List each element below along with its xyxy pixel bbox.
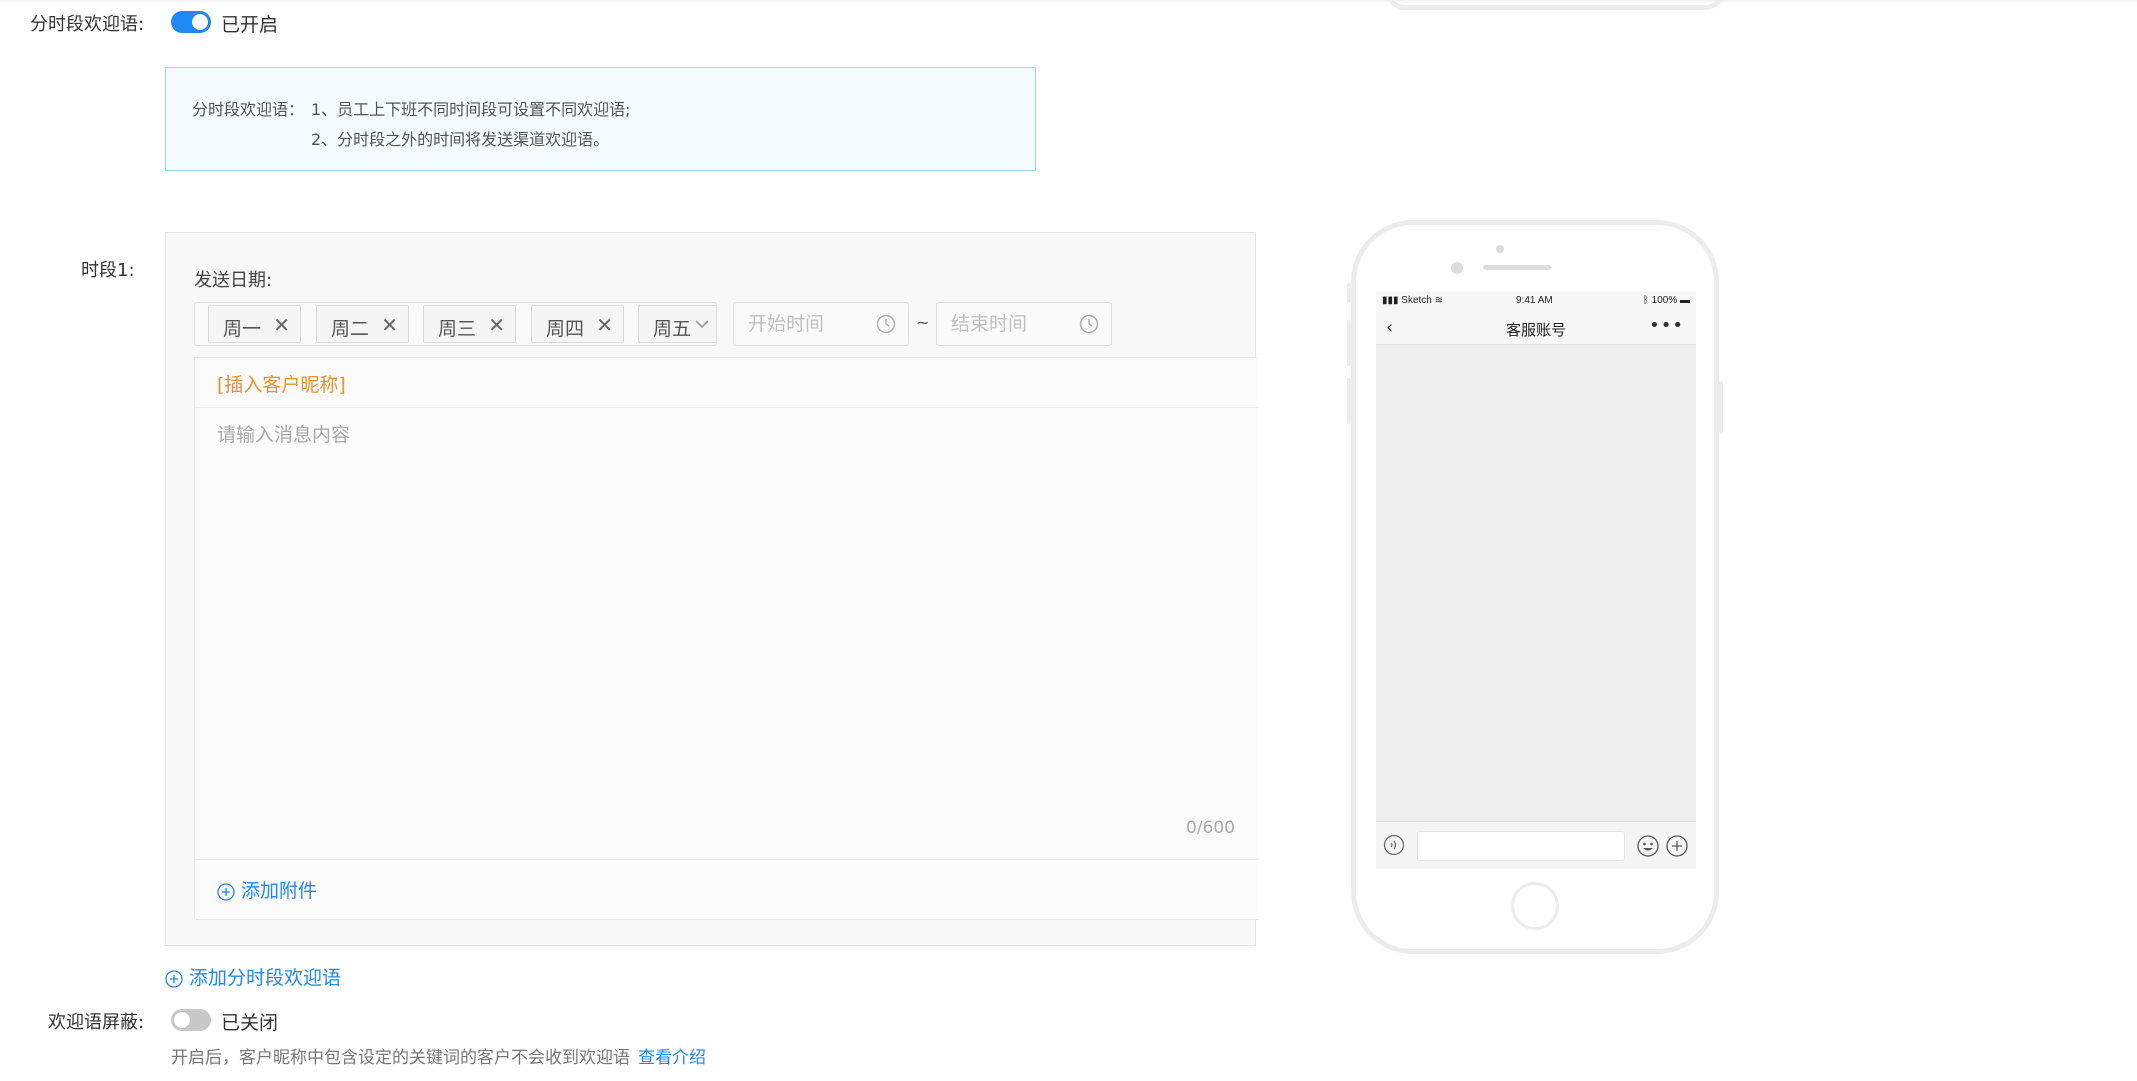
end-time-input[interactable] <box>951 311 1071 337</box>
info-line-2: 2、分时段之外的时间将发送渠道欢迎语。 <box>311 130 610 149</box>
greeting-mask-switch[interactable] <box>171 1009 211 1031</box>
clock-icon <box>876 314 896 334</box>
send-day-select[interactable]: 周一 ✕ 周二 ✕ 周三 ✕ 周四 ✕ 周五 <box>194 302 717 346</box>
time-greeting-info-box: 分时段欢迎语： 1、员工上下班不同时间段可设置不同欢迎语; 2、分时段之外的时间… <box>165 67 1036 171</box>
close-icon[interactable]: ✕ <box>596 313 613 337</box>
day-tag-label: 周二 <box>331 318 370 340</box>
phone-screen: ▮▮▮ Sketch ≋ 9:41 AM ᛒ 100% ▬ ‹ 客服账号 ••• <box>1376 291 1696 869</box>
info-line-1: 1、员工上下班不同时间段可设置不同欢迎语; <box>311 100 631 119</box>
end-time-picker[interactable] <box>936 302 1112 346</box>
view-intro-link[interactable]: 查看介绍 <box>638 1048 706 1068</box>
plus-circle-icon <box>165 969 183 988</box>
chat-input-bar <box>1376 821 1696 869</box>
phone-preview: ▮▮▮ Sketch ≋ 9:41 AM ᛒ 100% ▬ ‹ 客服账号 ••• <box>1347 220 1723 954</box>
phone-side-button <box>1719 381 1723 433</box>
switch-knob <box>192 14 208 30</box>
day-tag-mon: 周一 ✕ <box>208 305 301 343</box>
message-editor: [插入客户昵称] 0/600 添加附件 <box>194 357 1258 920</box>
status-time: 9:41 AM <box>1516 295 1553 306</box>
greeting-mask-switch-state: 已关闭 <box>221 1012 279 1034</box>
battery-percent: 100% <box>1651 295 1678 306</box>
time-greeting-switch[interactable] <box>171 11 211 33</box>
day-tag-wed: 周三 ✕ <box>423 305 516 343</box>
greeting-mask-label: 欢迎语屏蔽: <box>48 1012 145 1033</box>
editor-divider <box>195 407 1258 408</box>
voice-icon[interactable] <box>1383 834 1405 856</box>
greeting-mask-description: 开启后，客户昵称中包含设定的关键词的客户不会收到欢迎语 查看介绍 <box>171 1043 706 1068</box>
slot-panel: 发送日期: 周一 ✕ 周二 ✕ 周三 ✕ 周四 ✕ 周五 开始时间 ~ 结束时间… <box>165 232 1258 946</box>
char-count: 0/600 <box>1186 818 1235 838</box>
status-battery: ᛒ 100% ▬ <box>1643 295 1690 306</box>
day-tag-tue: 周二 ✕ <box>316 305 409 343</box>
carrier-name: Sketch <box>1401 295 1432 306</box>
bluetooth-icon: ᛒ <box>1642 295 1649 306</box>
top-divider <box>0 0 2137 3</box>
phone-camera <box>1496 245 1504 253</box>
day-tag-thu: 周四 ✕ <box>531 305 624 343</box>
status-carrier: ▮▮▮ Sketch ≋ <box>1382 295 1443 306</box>
clock-icon <box>1079 314 1099 334</box>
time-greeting-switch-state: 已开启 <box>221 14 279 36</box>
insert-customer-nickname-button[interactable]: [插入客户昵称] <box>217 370 346 397</box>
chat-message-area <box>1376 345 1696 821</box>
add-attachment-button[interactable]: 添加附件 <box>217 876 317 903</box>
day-tag-label: 周四 <box>546 318 585 340</box>
phone-home-button <box>1511 882 1559 930</box>
time-greeting-label: 分时段欢迎语: <box>30 14 145 35</box>
send-date-label: 发送日期: <box>194 270 273 291</box>
editor-divider <box>195 859 1258 860</box>
phone-side-button <box>1347 283 1351 303</box>
wifi-icon: ≋ <box>1434 295 1444 306</box>
welcome-settings-page: 分时段欢迎语: 已开启 分时段欢迎语： 1、员工上下班不同时间段可设置不同欢迎语… <box>0 0 2137 1081</box>
chat-title: 客服账号 <box>1505 321 1566 339</box>
phone-sensor <box>1451 262 1463 274</box>
close-icon[interactable]: ✕ <box>273 313 290 337</box>
day-tag-label: 周三 <box>438 318 477 340</box>
status-bar: ▮▮▮ Sketch ≋ 9:41 AM ᛒ 100% ▬ <box>1376 291 1696 309</box>
phone-side-button <box>1347 320 1351 366</box>
plus-circle-icon <box>217 882 235 901</box>
switch-knob <box>174 1012 190 1028</box>
add-attachment-label: 添加附件 <box>241 880 318 902</box>
start-time-input[interactable] <box>748 311 868 337</box>
editor-divider <box>195 919 1258 920</box>
start-time-picker[interactable] <box>733 302 909 346</box>
mask-description-text: 开启后，客户昵称中包含设定的关键词的客户不会收到欢迎语 <box>171 1048 630 1068</box>
phone-speaker <box>1483 265 1551 270</box>
phone-side-button <box>1347 378 1351 424</box>
signal-icon: ▮▮▮ <box>1382 295 1399 306</box>
more-icon[interactable]: ••• <box>1649 315 1684 336</box>
close-icon[interactable]: ✕ <box>381 313 398 337</box>
day-tag-label: 周一 <box>223 318 262 340</box>
slot-label: 时段1: <box>81 260 135 281</box>
chevron-down-icon[interactable] <box>693 315 711 333</box>
message-content-input[interactable] <box>217 420 1237 800</box>
battery-icon: ▬ <box>1680 295 1690 306</box>
chat-text-field[interactable] <box>1417 831 1625 861</box>
chat-nav-bar: ‹ 客服账号 ••• <box>1376 309 1696 345</box>
time-range-separator: ~ <box>916 313 930 332</box>
close-icon[interactable]: ✕ <box>488 313 505 337</box>
previous-phone-frame <box>1385 0 1725 10</box>
info-prefix: 分时段欢迎语： <box>192 100 305 119</box>
emoji-icon[interactable] <box>1636 834 1660 858</box>
add-time-greeting-button[interactable]: 添加分时段欢迎语 <box>165 963 341 990</box>
day-tag-label: 周五 <box>653 318 692 340</box>
add-time-greeting-label: 添加分时段欢迎语 <box>189 967 342 989</box>
plus-icon[interactable] <box>1665 834 1689 858</box>
